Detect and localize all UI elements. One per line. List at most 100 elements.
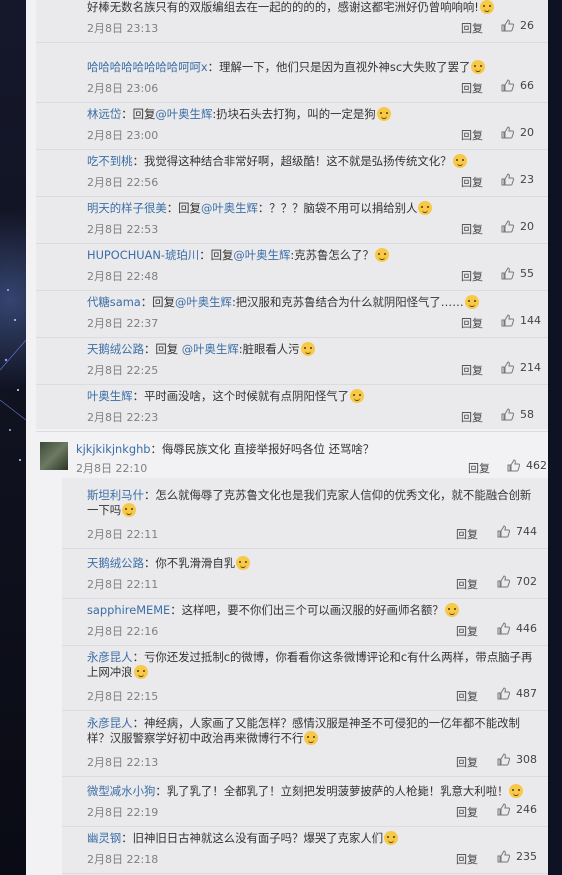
reply-body-continued: ：？？？脑袋不用可以捐给别人 (257, 201, 418, 215)
reply-button[interactable]: 回复 (461, 20, 483, 36)
reply-username[interactable]: 明天的样子很美 (87, 201, 167, 215)
reply-username[interactable]: 代糖sama (87, 295, 141, 309)
reply-body: ：回复 (199, 248, 234, 262)
reply-body: 好棒无数名族只有的双版编组去在一起的的的的，感谢这都宅洲好仍曾响响响! (87, 0, 479, 14)
smile-emoji-icon (509, 784, 524, 798)
like-button[interactable]: 144 (501, 314, 541, 327)
reply-username[interactable]: 叶奥生辉 (87, 389, 133, 403)
thumb-up-icon (501, 267, 514, 280)
thumb-up-icon (497, 575, 510, 588)
reply-username[interactable]: HUPOCHUAN-琥珀川 (87, 248, 199, 262)
reply-button[interactable]: 回复 (456, 688, 478, 704)
like-button[interactable]: 23 (501, 173, 534, 186)
reply-time: 2月8日 23:06 (87, 82, 159, 95)
like-count: 235 (516, 850, 537, 863)
smile-emoji-icon (444, 603, 459, 617)
top-comment-user[interactable]: kjkjkikjnkghb (76, 442, 151, 456)
like-button[interactable]: 20 (501, 126, 534, 139)
reply-body: ：你不乳滑滑自乳 (143, 556, 236, 570)
thumb-up-icon (501, 408, 514, 421)
reply-text: 微型减水小狗：乳了乳了！全都乳了！立刻把发明菠萝披萨的人枪毙！乳意大利啦！ (87, 784, 524, 799)
reply-button[interactable]: 回复 (456, 576, 478, 592)
smile-emoji-icon (374, 248, 389, 262)
reply-username[interactable]: 天鹅绒公路 (87, 556, 144, 570)
top-comment-text: kjkjkikjnkghb：侮辱民族文化 直接举报好吗各位 还骂啥？ (76, 441, 374, 457)
reply-button[interactable]: 回复 (461, 362, 483, 378)
like-count: 702 (516, 575, 537, 588)
like-button[interactable]: 20 (501, 220, 534, 233)
divider (36, 102, 548, 103)
reply-body: ：这样吧，要不你们出三个可以画汉服的好画师名额？ (170, 603, 444, 617)
reply-text: 代糖sama：回复@叶奥生辉:把汉服和克苏鲁结合为什么就阴阳怪气了…… (87, 295, 480, 310)
mention-link[interactable]: @叶奥生辉 (201, 201, 258, 215)
reply-username[interactable]: 幽灵钢 (87, 831, 121, 845)
avatar[interactable] (40, 442, 68, 470)
smile-emoji-icon (133, 665, 148, 679)
like-button[interactable]: 446 (497, 622, 537, 635)
reply-body: ：回复 (140, 295, 175, 309)
like-button[interactable]: 744 (497, 525, 537, 538)
divider (36, 384, 548, 385)
like-count: 58 (520, 408, 534, 421)
reply-username[interactable]: sapphireMEME (87, 603, 170, 617)
divider (36, 149, 548, 150)
reply-time: 2月8日 22:56 (87, 176, 159, 189)
mention-link[interactable]: @叶奥生辉 (233, 248, 290, 262)
reply-button[interactable]: 回复 (461, 80, 483, 96)
like-count: 744 (516, 525, 537, 538)
smile-emoji-icon (236, 556, 251, 570)
reply-text: 斯坦利马什：怎么就侮辱了克苏鲁文化也是我们克家人信仰的优秀文化，就不能融合创新一… (87, 488, 534, 518)
reply-button[interactable]: 回复 (456, 851, 478, 867)
reply-username[interactable]: 永彦昆人 (87, 716, 133, 730)
like-count: 23 (520, 173, 534, 186)
like-button[interactable]: 55 (501, 267, 534, 280)
top-comment-reply-button[interactable]: 回复 (468, 460, 490, 476)
like-count: 55 (520, 267, 534, 280)
reply-button[interactable]: 回复 (456, 804, 478, 820)
like-button[interactable]: 702 (497, 575, 537, 588)
reply-button[interactable]: 回复 (461, 315, 483, 331)
reply-time: 2月8日 22:37 (87, 317, 159, 330)
like-button[interactable]: 66 (501, 79, 534, 92)
divider (36, 243, 548, 244)
reply-text: 天鹅绒公路：回复 @叶奥生辉:脏眼看人污 (87, 342, 316, 357)
thumb-up-icon (501, 126, 514, 139)
reply-button[interactable]: 回复 (461, 127, 483, 143)
reply-text: 林远岱：回复@叶奥生辉:扔块石头去打狗，叫的一定是狗 (87, 107, 392, 122)
divider (62, 598, 548, 599)
like-button[interactable]: 235 (497, 850, 537, 863)
reply-button[interactable]: 回复 (461, 174, 483, 190)
mention-link[interactable]: @叶奥生辉 (182, 342, 239, 356)
reply-button[interactable]: 回复 (456, 623, 478, 639)
reply-button[interactable]: 回复 (461, 221, 483, 237)
thumb-up-icon (497, 525, 510, 538)
like-button[interactable]: 58 (501, 408, 534, 421)
thumb-up-icon (497, 622, 510, 635)
reply-username[interactable]: 天鹅绒公路 (87, 342, 144, 356)
reply-text: 吃不到桃：我觉得这种结合非常好啊，超级酷！这不就是弘扬传统文化？ (87, 154, 468, 169)
reply-username[interactable]: 吃不到桃 (87, 154, 133, 168)
like-button[interactable]: 26 (501, 19, 534, 32)
reply-button[interactable]: 回复 (456, 754, 478, 770)
reply-body: ：回复 (166, 201, 201, 215)
reply-button[interactable]: 回复 (461, 268, 483, 284)
reply-username[interactable]: 永彦昆人 (87, 650, 133, 664)
reply-button[interactable]: 回复 (456, 526, 478, 542)
reply-username[interactable]: 哈哈哈哈哈哈哈哈呵呵x (87, 60, 208, 74)
mention-link[interactable]: @叶奥生辉 (155, 107, 212, 121)
mention-link[interactable]: @叶奥生辉 (175, 295, 232, 309)
reply-body-continued: :扔块石头去打狗，叫的一定是狗 (212, 107, 376, 121)
reply-username[interactable]: 微型减水小狗 (87, 784, 155, 798)
like-button[interactable]: 487 (497, 687, 537, 700)
reply-body-continued: :脏眼看人污 (238, 342, 300, 356)
like-button[interactable]: 308 (497, 753, 537, 766)
top-comment-like-button[interactable]: 462 (507, 459, 547, 472)
divider (36, 337, 548, 338)
reply-username[interactable]: 林远岱 (87, 107, 121, 121)
reply-button[interactable]: 回复 (461, 409, 483, 425)
like-button[interactable]: 214 (501, 361, 541, 374)
like-count: 26 (520, 19, 534, 32)
reply-username[interactable]: 斯坦利马什 (87, 488, 144, 502)
thumb-up-icon (501, 19, 514, 32)
like-button[interactable]: 246 (497, 803, 537, 816)
